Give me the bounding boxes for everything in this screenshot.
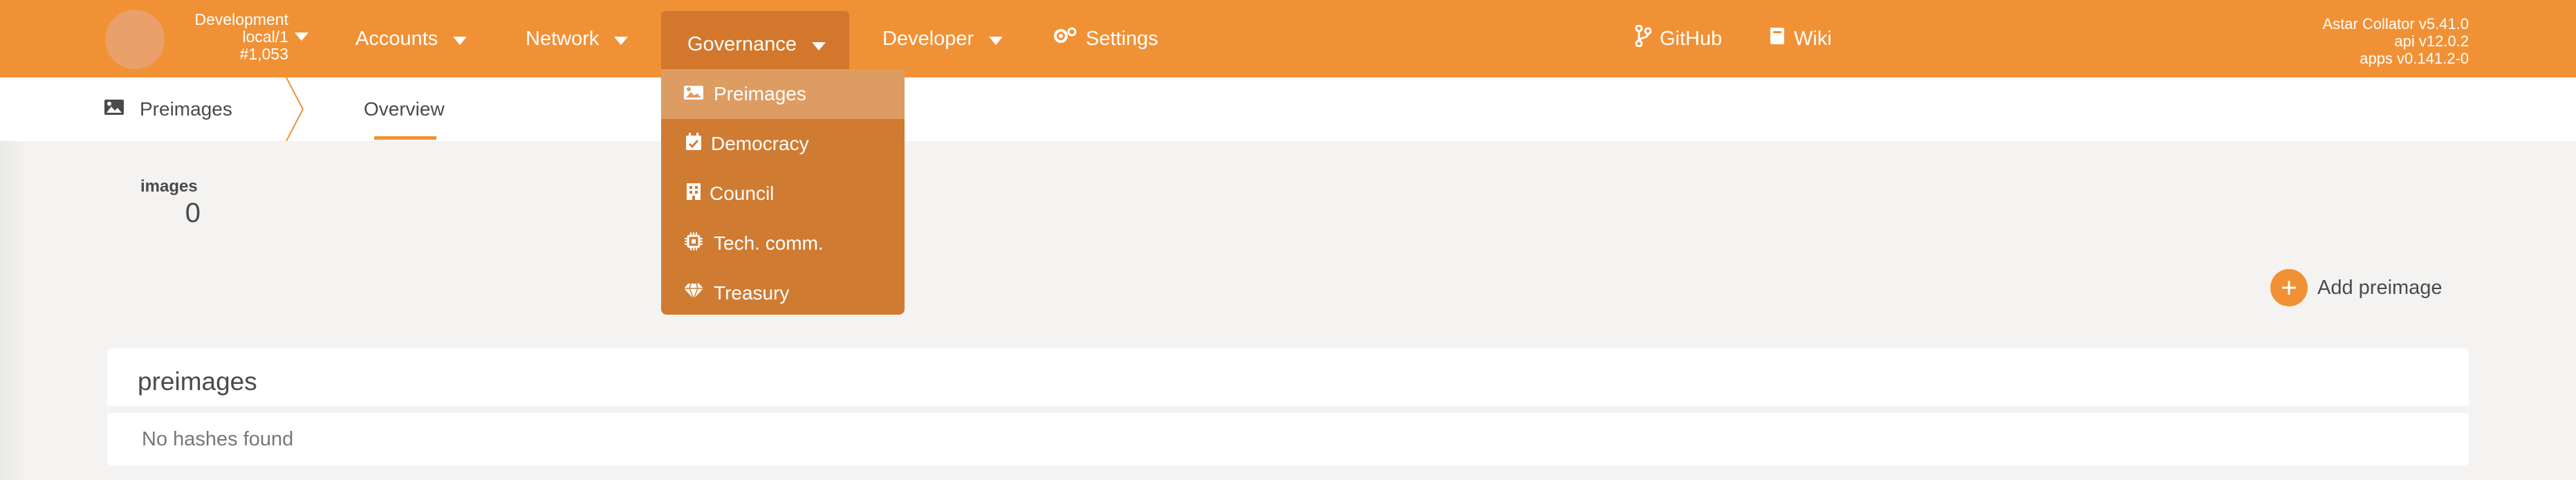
menu-item-label: Council bbox=[710, 183, 775, 204]
image-icon bbox=[104, 98, 124, 120]
empty-message: No hashes found bbox=[142, 428, 294, 450]
version-info: Astar Collator v5.41.0 api v12.0.2 apps … bbox=[2322, 15, 2469, 67]
tab-overview[interactable]: Overview bbox=[364, 77, 445, 141]
tab-overview-label: Overview bbox=[364, 98, 445, 120]
nav-github[interactable]: GitHub bbox=[1635, 0, 1722, 77]
preimages-table-header: preimages bbox=[107, 348, 2469, 406]
chevron-down-icon bbox=[989, 28, 1003, 50]
menu-item-label: Preimages bbox=[714, 83, 806, 104]
building-icon bbox=[683, 183, 704, 205]
calendar-check-icon bbox=[683, 132, 704, 156]
add-preimage-label: Add preimage bbox=[2317, 276, 2443, 299]
summary-images-label: images bbox=[140, 177, 198, 196]
page-edge-shade bbox=[0, 141, 28, 480]
menu-item-label: Tech. comm. bbox=[714, 232, 824, 254]
gem-icon bbox=[683, 282, 704, 304]
chevron-down-icon[interactable] bbox=[295, 32, 308, 44]
governance-dropdown-menu: Preimages Democracy Council Tech. comm. … bbox=[661, 69, 905, 315]
plus-icon bbox=[2270, 269, 2308, 306]
menu-item-preimages[interactable]: Preimages bbox=[661, 69, 905, 119]
apps-version: apps v0.141.2-0 bbox=[2360, 50, 2469, 67]
add-preimage-button[interactable]: Add preimage bbox=[2270, 268, 2443, 307]
nav-accounts[interactable]: Accounts bbox=[355, 0, 467, 77]
chevron-down-icon bbox=[614, 28, 629, 50]
gears-icon bbox=[1053, 26, 1077, 51]
chain-selector[interactable]: Development local/1 #1,053 bbox=[174, 11, 288, 63]
top-nav-bar: Development local/1 #1,053 Accounts Netw… bbox=[0, 0, 2576, 77]
summary-images-value: 0 bbox=[185, 198, 201, 228]
code-branch-icon bbox=[1635, 24, 1652, 53]
section-preimages: Preimages bbox=[104, 77, 232, 141]
chevron-down-icon bbox=[812, 33, 826, 56]
nav-accounts-label: Accounts bbox=[355, 27, 438, 50]
preimages-table-empty-row: No hashes found bbox=[107, 413, 2469, 465]
menu-item-tech-comm[interactable]: Tech. comm. bbox=[661, 219, 905, 268]
node-version: Astar Collator v5.41.0 bbox=[2322, 15, 2469, 33]
menu-item-treasury[interactable]: Treasury bbox=[661, 268, 905, 318]
sub-nav-bar: Preimages Overview bbox=[0, 77, 2576, 142]
nav-network[interactable]: Network bbox=[526, 0, 629, 77]
breadcrumb-separator bbox=[284, 77, 307, 145]
menu-item-democracy[interactable]: Democracy bbox=[661, 119, 905, 169]
nav-wiki-label: Wiki bbox=[1794, 27, 1832, 50]
nav-network-label: Network bbox=[526, 27, 600, 50]
image-icon bbox=[683, 83, 704, 105]
chain-logo[interactable] bbox=[105, 10, 165, 69]
chain-block: #1,053 bbox=[239, 45, 288, 63]
chevron-down-icon bbox=[453, 28, 467, 50]
nav-settings-label: Settings bbox=[1086, 27, 1158, 50]
nav-settings[interactable]: Settings bbox=[1053, 0, 1158, 77]
menu-item-council[interactable]: Council bbox=[661, 169, 905, 219]
nav-developer-label: Developer bbox=[882, 27, 974, 50]
chain-name: Development bbox=[194, 10, 288, 28]
nav-governance[interactable]: Governance bbox=[661, 11, 849, 77]
book-icon bbox=[1769, 26, 1786, 51]
nav-github-label: GitHub bbox=[1660, 27, 1723, 50]
nav-governance-label: Governance bbox=[687, 33, 797, 55]
active-tab-indicator bbox=[374, 136, 436, 140]
menu-item-label: Treasury bbox=[714, 282, 790, 304]
menu-item-label: Democracy bbox=[711, 133, 809, 154]
section-label: Preimages bbox=[140, 98, 232, 120]
nav-developer[interactable]: Developer bbox=[882, 0, 1003, 77]
table-title: preimages bbox=[138, 367, 257, 396]
nav-wiki[interactable]: Wiki bbox=[1769, 0, 1832, 77]
api-version: api v12.0.2 bbox=[2394, 33, 2469, 50]
microchip-icon bbox=[683, 232, 704, 256]
chain-endpoint: local/1 bbox=[242, 28, 288, 46]
